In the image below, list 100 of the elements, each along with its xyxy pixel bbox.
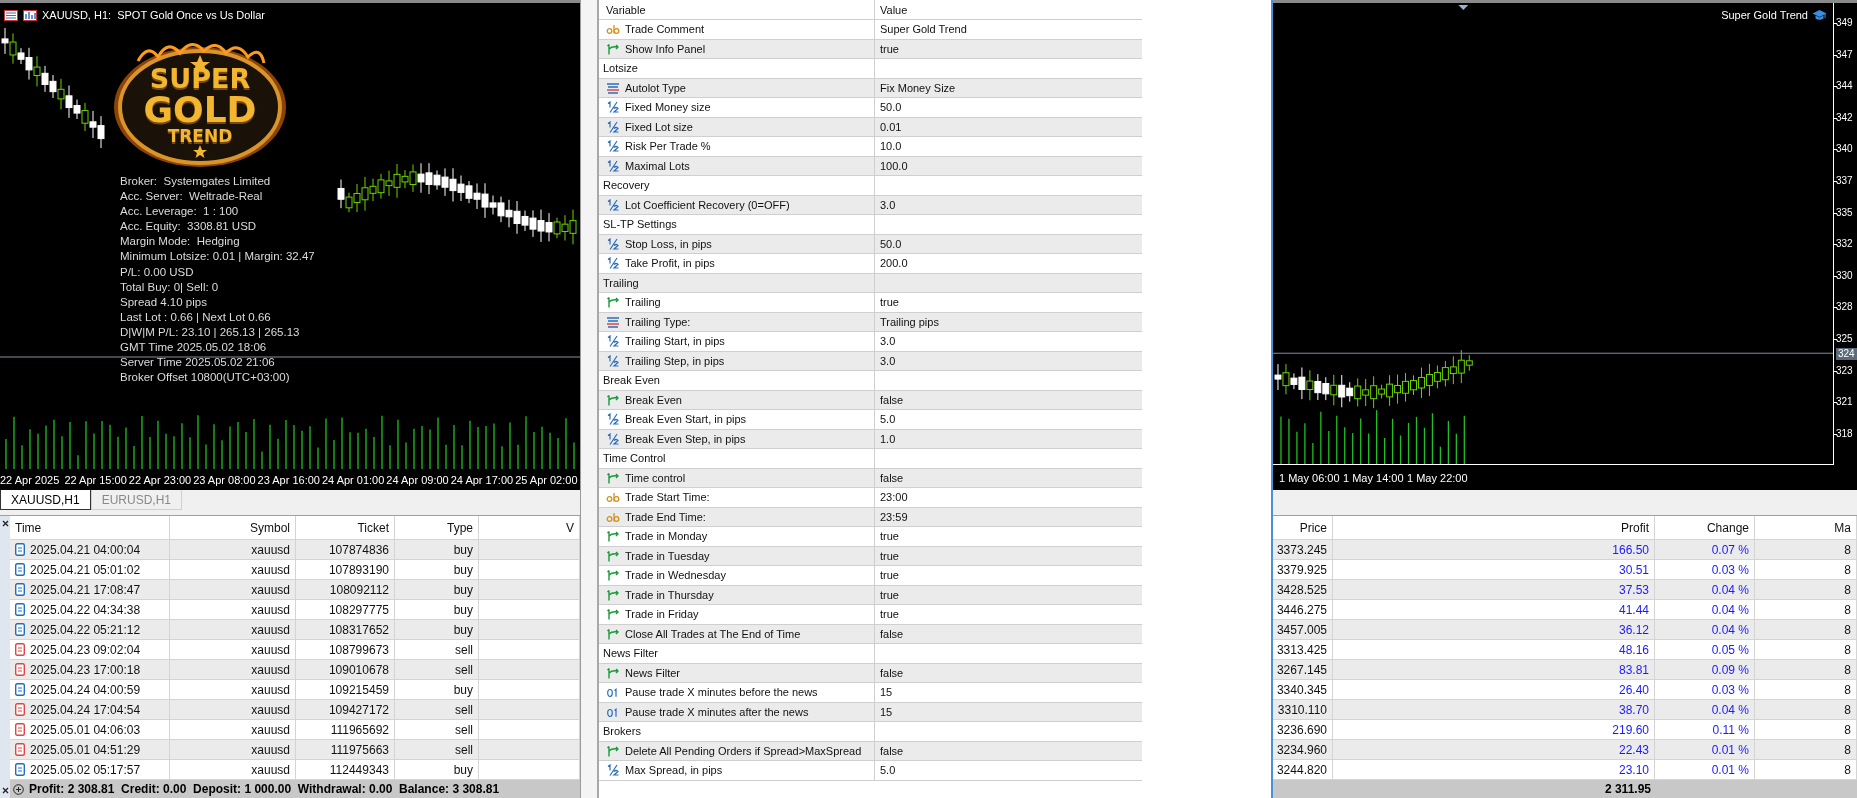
parameter-value[interactable]: true bbox=[875, 566, 1142, 585]
table-cell: buy bbox=[395, 760, 479, 779]
parameter-name: Trailing Step, in pips bbox=[625, 354, 725, 367]
column-header[interactable]: V bbox=[479, 516, 580, 539]
close-icon[interactable] bbox=[1, 520, 9, 527]
table-cell: 0.04 % bbox=[1655, 600, 1755, 619]
chart-tab[interactable]: XAUUSD,H1 bbox=[0, 490, 91, 510]
branch-arrow-icon bbox=[606, 666, 620, 679]
table-cell: 109010678 bbox=[296, 660, 395, 679]
parameter-value[interactable]: 5.0 bbox=[875, 761, 1142, 780]
parameter-value[interactable]: true bbox=[875, 39, 1142, 58]
parameter-value[interactable]: 5.0 bbox=[875, 410, 1142, 429]
info-line: Server Time 2025.05.02 21:06 bbox=[120, 355, 276, 371]
info-line: Minimum Lotsize: 0.01 | Margin: 32.47 bbox=[120, 249, 315, 265]
table-cell: 3379.925 bbox=[1273, 560, 1333, 579]
table-cell: 8 bbox=[1755, 740, 1857, 759]
table-cell: 3340.345 bbox=[1273, 680, 1333, 699]
parameter-name: Take Profit, in pips bbox=[625, 257, 715, 270]
info-line: GMT Time 2025.05.02 18:06 bbox=[120, 340, 268, 356]
current-price-label: 324 bbox=[1836, 348, 1857, 360]
parameter-value[interactable]: 0.01 bbox=[875, 117, 1142, 136]
column-header[interactable]: Type bbox=[395, 516, 479, 539]
parameter-value[interactable]: 23:00 bbox=[875, 488, 1142, 507]
parameter-value[interactable]: true bbox=[875, 293, 1142, 312]
close-icon[interactable] bbox=[1, 787, 9, 794]
parameter-name: Show Info Panel bbox=[625, 42, 706, 55]
info-line: Total Buy: 0| Sell: 0 bbox=[120, 279, 220, 295]
parameter-value[interactable]: 23:59 bbox=[875, 507, 1142, 526]
column-header[interactable]: Variable bbox=[599, 0, 875, 19]
parameter-value[interactable]: 3.0 bbox=[875, 332, 1142, 351]
column-header[interactable]: Profit bbox=[1333, 516, 1655, 539]
indicator-title: Super Gold Trend bbox=[1721, 9, 1808, 21]
volume-bar bbox=[1383, 437, 1386, 464]
menu-list-icon[interactable] bbox=[4, 9, 18, 21]
table-cell: 2025.04.21 05:01:02 bbox=[30, 562, 141, 577]
time-axis-label: 25 Apr 02:00 bbox=[515, 474, 579, 486]
parameter-value[interactable]: 200.0 bbox=[875, 254, 1142, 273]
table-cell: xauusd bbox=[170, 620, 296, 639]
parameter-value[interactable]: 100.0 bbox=[875, 156, 1142, 175]
table-cell: 3373.245 bbox=[1273, 540, 1333, 559]
parameter-value[interactable]: 3.0 bbox=[875, 351, 1142, 370]
price-axis-label: 325 bbox=[1836, 333, 1853, 345]
table-cell: 23.10 bbox=[1333, 760, 1655, 779]
info-line: Last Lot : 0.66 | Next Lot 0.66 bbox=[120, 309, 272, 325]
column-header[interactable]: Ticket bbox=[296, 516, 395, 539]
table-cell: 2025.04.23 17:00:18 bbox=[30, 662, 141, 677]
column-header[interactable]: Value bbox=[875, 0, 1142, 19]
table-cell: xauusd bbox=[170, 720, 296, 739]
parameter-value[interactable]: 1.0 bbox=[875, 429, 1142, 448]
parameter-value[interactable]: Trailing pips bbox=[875, 312, 1142, 331]
parameter-value[interactable]: false bbox=[875, 624, 1142, 643]
text-type-icon bbox=[606, 510, 620, 523]
chart-icon[interactable] bbox=[23, 9, 37, 21]
parameter-value[interactable]: 50.0 bbox=[875, 98, 1142, 117]
table-cell: 8 bbox=[1755, 760, 1857, 779]
parameter-value[interactable]: 15 bbox=[875, 683, 1142, 702]
parameter-value[interactable]: 10.0 bbox=[875, 137, 1142, 156]
table-cell: 108317652 bbox=[296, 620, 395, 639]
column-header[interactable]: Symbol bbox=[170, 516, 296, 539]
column-header[interactable]: Price bbox=[1273, 516, 1333, 539]
parameter-value[interactable]: 3.0 bbox=[875, 195, 1142, 214]
parameter-name: Time control bbox=[625, 471, 686, 484]
volume-bar bbox=[1423, 427, 1426, 464]
fraction-icon bbox=[606, 335, 620, 348]
parameter-value[interactable]: 50.0 bbox=[875, 234, 1142, 253]
price-axis-label: 335 bbox=[1836, 206, 1853, 219]
price-axis-label: 347 bbox=[1836, 48, 1853, 61]
price-axis-label: 323 bbox=[1836, 364, 1853, 377]
table-cell: xauusd bbox=[170, 740, 296, 759]
parameter-value[interactable]: false bbox=[875, 663, 1142, 682]
branch-arrow-icon bbox=[606, 627, 620, 640]
table-cell: 41.44 bbox=[1333, 600, 1655, 619]
price-axis-label: 321 bbox=[1836, 396, 1853, 409]
parameter-value[interactable]: true bbox=[875, 527, 1142, 546]
parameter-value[interactable]: true bbox=[875, 585, 1142, 604]
table-cell: 3428.525 bbox=[1273, 580, 1333, 599]
price-axis-label: 344 bbox=[1836, 80, 1853, 93]
column-header[interactable]: Ma bbox=[1755, 516, 1857, 539]
parameter-value[interactable]: true bbox=[875, 546, 1142, 565]
parameter-value[interactable]: false bbox=[875, 390, 1142, 409]
parameter-value[interactable]: false bbox=[875, 741, 1142, 760]
expand-icon[interactable] bbox=[13, 783, 24, 795]
shift-marker-icon[interactable] bbox=[1458, 5, 1469, 10]
parameter-value[interactable]: 15 bbox=[875, 702, 1142, 721]
table-cell: 8 bbox=[1755, 660, 1857, 679]
table-cell: xauusd bbox=[170, 680, 296, 699]
parameter-value[interactable]: Fix Money Size bbox=[875, 78, 1142, 97]
graduation-cap-icon bbox=[1812, 9, 1827, 21]
time-axis-label: 24 Apr 17:00 bbox=[450, 474, 515, 486]
table-cell: 0.11 % bbox=[1655, 720, 1755, 739]
table-cell: 2025.05.01 04:51:29 bbox=[30, 742, 141, 757]
parameter-value[interactable]: Super Gold Trend bbox=[875, 20, 1142, 39]
column-header[interactable]: Change bbox=[1655, 516, 1755, 539]
branch-arrow-icon bbox=[606, 530, 620, 543]
number-type-icon bbox=[606, 686, 620, 699]
parameter-value[interactable]: false bbox=[875, 468, 1142, 487]
table-cell: 8 bbox=[1755, 700, 1857, 719]
parameter-value[interactable]: true bbox=[875, 605, 1142, 624]
column-header[interactable]: Time bbox=[10, 516, 170, 539]
table-cell: buy bbox=[395, 600, 479, 619]
